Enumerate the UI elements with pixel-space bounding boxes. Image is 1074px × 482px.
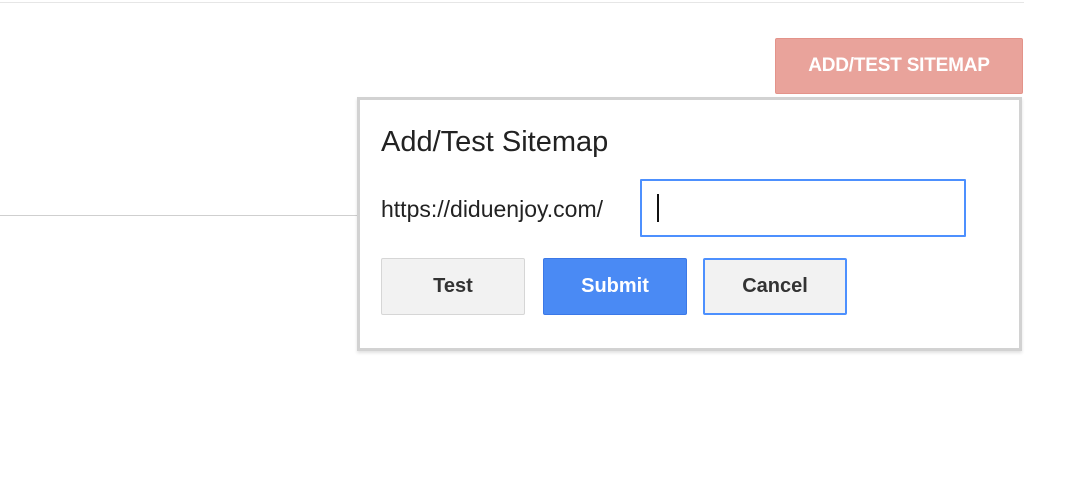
sitemap-path-input[interactable]: [640, 179, 966, 237]
content-divider: [0, 215, 358, 216]
top-divider: [0, 2, 1024, 3]
add-test-sitemap-dialog: Add/Test Sitemap https://diduenjoy.com/ …: [357, 97, 1022, 351]
dialog-title: Add/Test Sitemap: [381, 126, 609, 158]
sitemap-url-prefix: https://diduenjoy.com/: [381, 196, 604, 222]
page: ADD/TEST SITEMAP Add/Test Sitemap https:…: [0, 0, 1074, 482]
add-test-sitemap-button[interactable]: ADD/TEST SITEMAP: [775, 38, 1023, 94]
submit-button[interactable]: Submit: [543, 258, 687, 315]
text-cursor: [657, 194, 659, 222]
cancel-button[interactable]: Cancel: [703, 258, 847, 315]
test-button[interactable]: Test: [381, 258, 525, 315]
